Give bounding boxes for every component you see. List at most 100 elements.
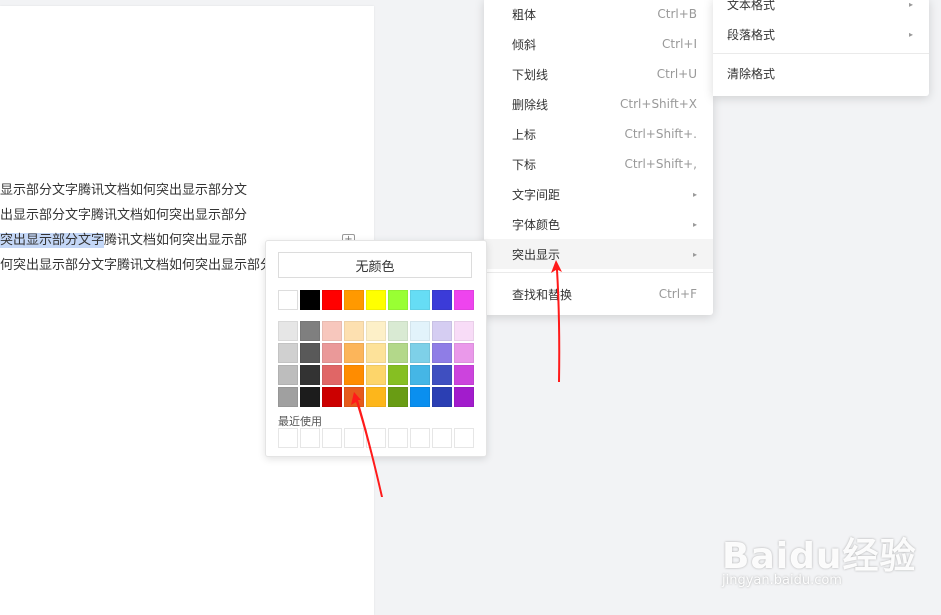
color-swatch[interactable]	[432, 321, 452, 341]
color-swatch[interactable]	[454, 387, 474, 407]
color-swatch[interactable]	[344, 365, 364, 385]
submenu-item-2[interactable]: 清除格式	[713, 58, 929, 88]
submenu-item-0[interactable]: 文本格式 ▸	[713, 0, 929, 19]
menu-item-label: 清除格式	[727, 66, 776, 81]
color-swatch[interactable]	[432, 290, 452, 310]
color-swatch[interactable]	[454, 321, 474, 341]
recent-color-slot[interactable]	[366, 428, 386, 448]
menu-item-label: 字体颜色	[512, 217, 561, 232]
color-swatch[interactable]	[366, 365, 386, 385]
color-swatch[interactable]	[410, 290, 430, 310]
context-menu: 粗体 Ctrl+B 倾斜 Ctrl+I 下划线 Ctrl+U 删除线 Ctrl+Shift+X…	[484, 0, 713, 315]
color-swatch[interactable]	[366, 387, 386, 407]
color-swatch[interactable]	[366, 290, 386, 310]
menu-item-5[interactable]: 下标 Ctrl+Shift+,	[484, 149, 713, 179]
color-swatch[interactable]	[366, 321, 386, 341]
menu-item-8[interactable]: 突出显示 ▸	[484, 239, 713, 269]
recent-color-slot[interactable]	[278, 428, 298, 448]
chevron-right-icon: ▸	[908, 0, 913, 9]
recent-color-slot[interactable]	[388, 428, 408, 448]
menu-item-label: 文字间距	[512, 187, 561, 202]
menu-item-0[interactable]: 粗体 Ctrl+B	[484, 0, 713, 29]
menu-item-label: 下标	[512, 157, 537, 172]
color-swatch[interactable]	[300, 343, 320, 363]
color-swatch[interactable]	[388, 343, 408, 363]
recent-color-slot[interactable]	[344, 428, 364, 448]
color-swatch[interactable]	[388, 290, 408, 310]
color-swatch[interactable]	[454, 290, 474, 310]
document-text-line[interactable]: 突出显示部分文字腾讯文档如何突出显示部	[0, 232, 278, 250]
selected-text[interactable]: 突出显示部分文字	[0, 233, 105, 248]
menu-item-1[interactable]: 倾斜 Ctrl+I	[484, 29, 713, 59]
menu-item-7[interactable]: 字体颜色 ▸	[484, 209, 713, 239]
color-swatch[interactable]	[388, 365, 408, 385]
color-swatch[interactable]	[432, 387, 452, 407]
color-swatch[interactable]	[432, 365, 452, 385]
menu-item-label: 删除线	[512, 97, 549, 112]
color-swatch[interactable]	[322, 387, 342, 407]
watermark-url: jingyan.baidu.com	[722, 573, 842, 588]
color-swatch[interactable]	[278, 365, 298, 385]
color-swatch[interactable]	[300, 290, 320, 310]
recent-color-slot[interactable]	[410, 428, 430, 448]
menu-item-label: 倾斜	[512, 37, 537, 52]
color-swatch[interactable]	[322, 343, 342, 363]
color-swatch[interactable]	[278, 321, 298, 341]
menu-item-label: 下划线	[512, 67, 549, 82]
menu-item-shortcut: Ctrl+Shift+.	[624, 127, 697, 141]
color-swatch[interactable]	[344, 387, 364, 407]
primary-color-row	[278, 290, 474, 310]
color-swatch[interactable]	[322, 290, 342, 310]
color-swatch[interactable]	[410, 365, 430, 385]
color-swatch[interactable]	[322, 365, 342, 385]
color-swatch[interactable]	[388, 387, 408, 407]
color-swatch[interactable]	[366, 343, 386, 363]
shade-color-row	[278, 321, 474, 341]
chevron-right-icon: ▸	[692, 189, 697, 199]
submenu-item-1[interactable]: 段落格式 ▸	[713, 19, 929, 49]
menu-item-shortcut: Ctrl+Shift+,	[624, 157, 697, 171]
document-text-line[interactable]: 出显示部分文字腾讯文档如何突出显示部分	[0, 207, 290, 225]
menu-item-9[interactable]: 查找和替换 Ctrl+F	[484, 279, 713, 309]
menu-item-shortcut: Ctrl+B	[657, 7, 697, 21]
recent-color-slot[interactable]	[432, 428, 452, 448]
recent-color-slot[interactable]	[322, 428, 342, 448]
color-swatch[interactable]	[278, 387, 298, 407]
color-swatch[interactable]	[454, 365, 474, 385]
color-swatch[interactable]	[300, 365, 320, 385]
menu-item-4[interactable]: 上标 Ctrl+Shift+.	[484, 119, 713, 149]
chevron-right-icon: ▸	[692, 219, 697, 229]
document-text-line[interactable]: 显示部分文字腾讯文档如何突出显示部分文	[0, 182, 290, 200]
menu-item-label: 文本格式	[727, 0, 776, 12]
color-swatch[interactable]	[344, 290, 364, 310]
color-swatch[interactable]	[300, 321, 320, 341]
color-swatch[interactable]	[344, 321, 364, 341]
color-swatch[interactable]	[278, 290, 298, 310]
baidu-jingyan-watermark: Baidu经验 jingyan.baidu.com	[720, 515, 920, 595]
recent-color-slot[interactable]	[300, 428, 320, 448]
color-swatch[interactable]	[300, 387, 320, 407]
menu-item-label: 粗体	[512, 7, 537, 22]
color-swatch[interactable]	[410, 343, 430, 363]
color-swatch[interactable]	[344, 343, 364, 363]
color-swatch[interactable]	[410, 321, 430, 341]
menu-item-label: 突出显示	[512, 247, 561, 262]
menu-item-shortcut: Ctrl+I	[662, 37, 697, 51]
menu-item-6[interactable]: 文字间距 ▸	[484, 179, 713, 209]
menu-item-3[interactable]: 删除线 Ctrl+Shift+X	[484, 89, 713, 119]
chevron-right-icon: ▸	[908, 29, 913, 39]
no-color-button[interactable]: 无颜色	[278, 252, 472, 278]
color-swatch[interactable]	[322, 321, 342, 341]
menu-item-shortcut: Ctrl+U	[656, 67, 697, 81]
document-text-line[interactable]: 何突出显示部分文字腾讯文档如何突出显示部分	[0, 257, 290, 275]
color-swatch[interactable]	[278, 343, 298, 363]
document-text-segment[interactable]: 腾讯文档如何突出显示部	[104, 233, 247, 248]
color-swatch[interactable]	[432, 343, 452, 363]
color-swatch[interactable]	[388, 321, 408, 341]
menu-item-shortcut: Ctrl+F	[658, 287, 697, 301]
color-swatch[interactable]	[454, 343, 474, 363]
color-swatch[interactable]	[410, 387, 430, 407]
recent-color-slot[interactable]	[454, 428, 474, 448]
shade-color-row	[278, 365, 474, 385]
menu-item-2[interactable]: 下划线 Ctrl+U	[484, 59, 713, 89]
